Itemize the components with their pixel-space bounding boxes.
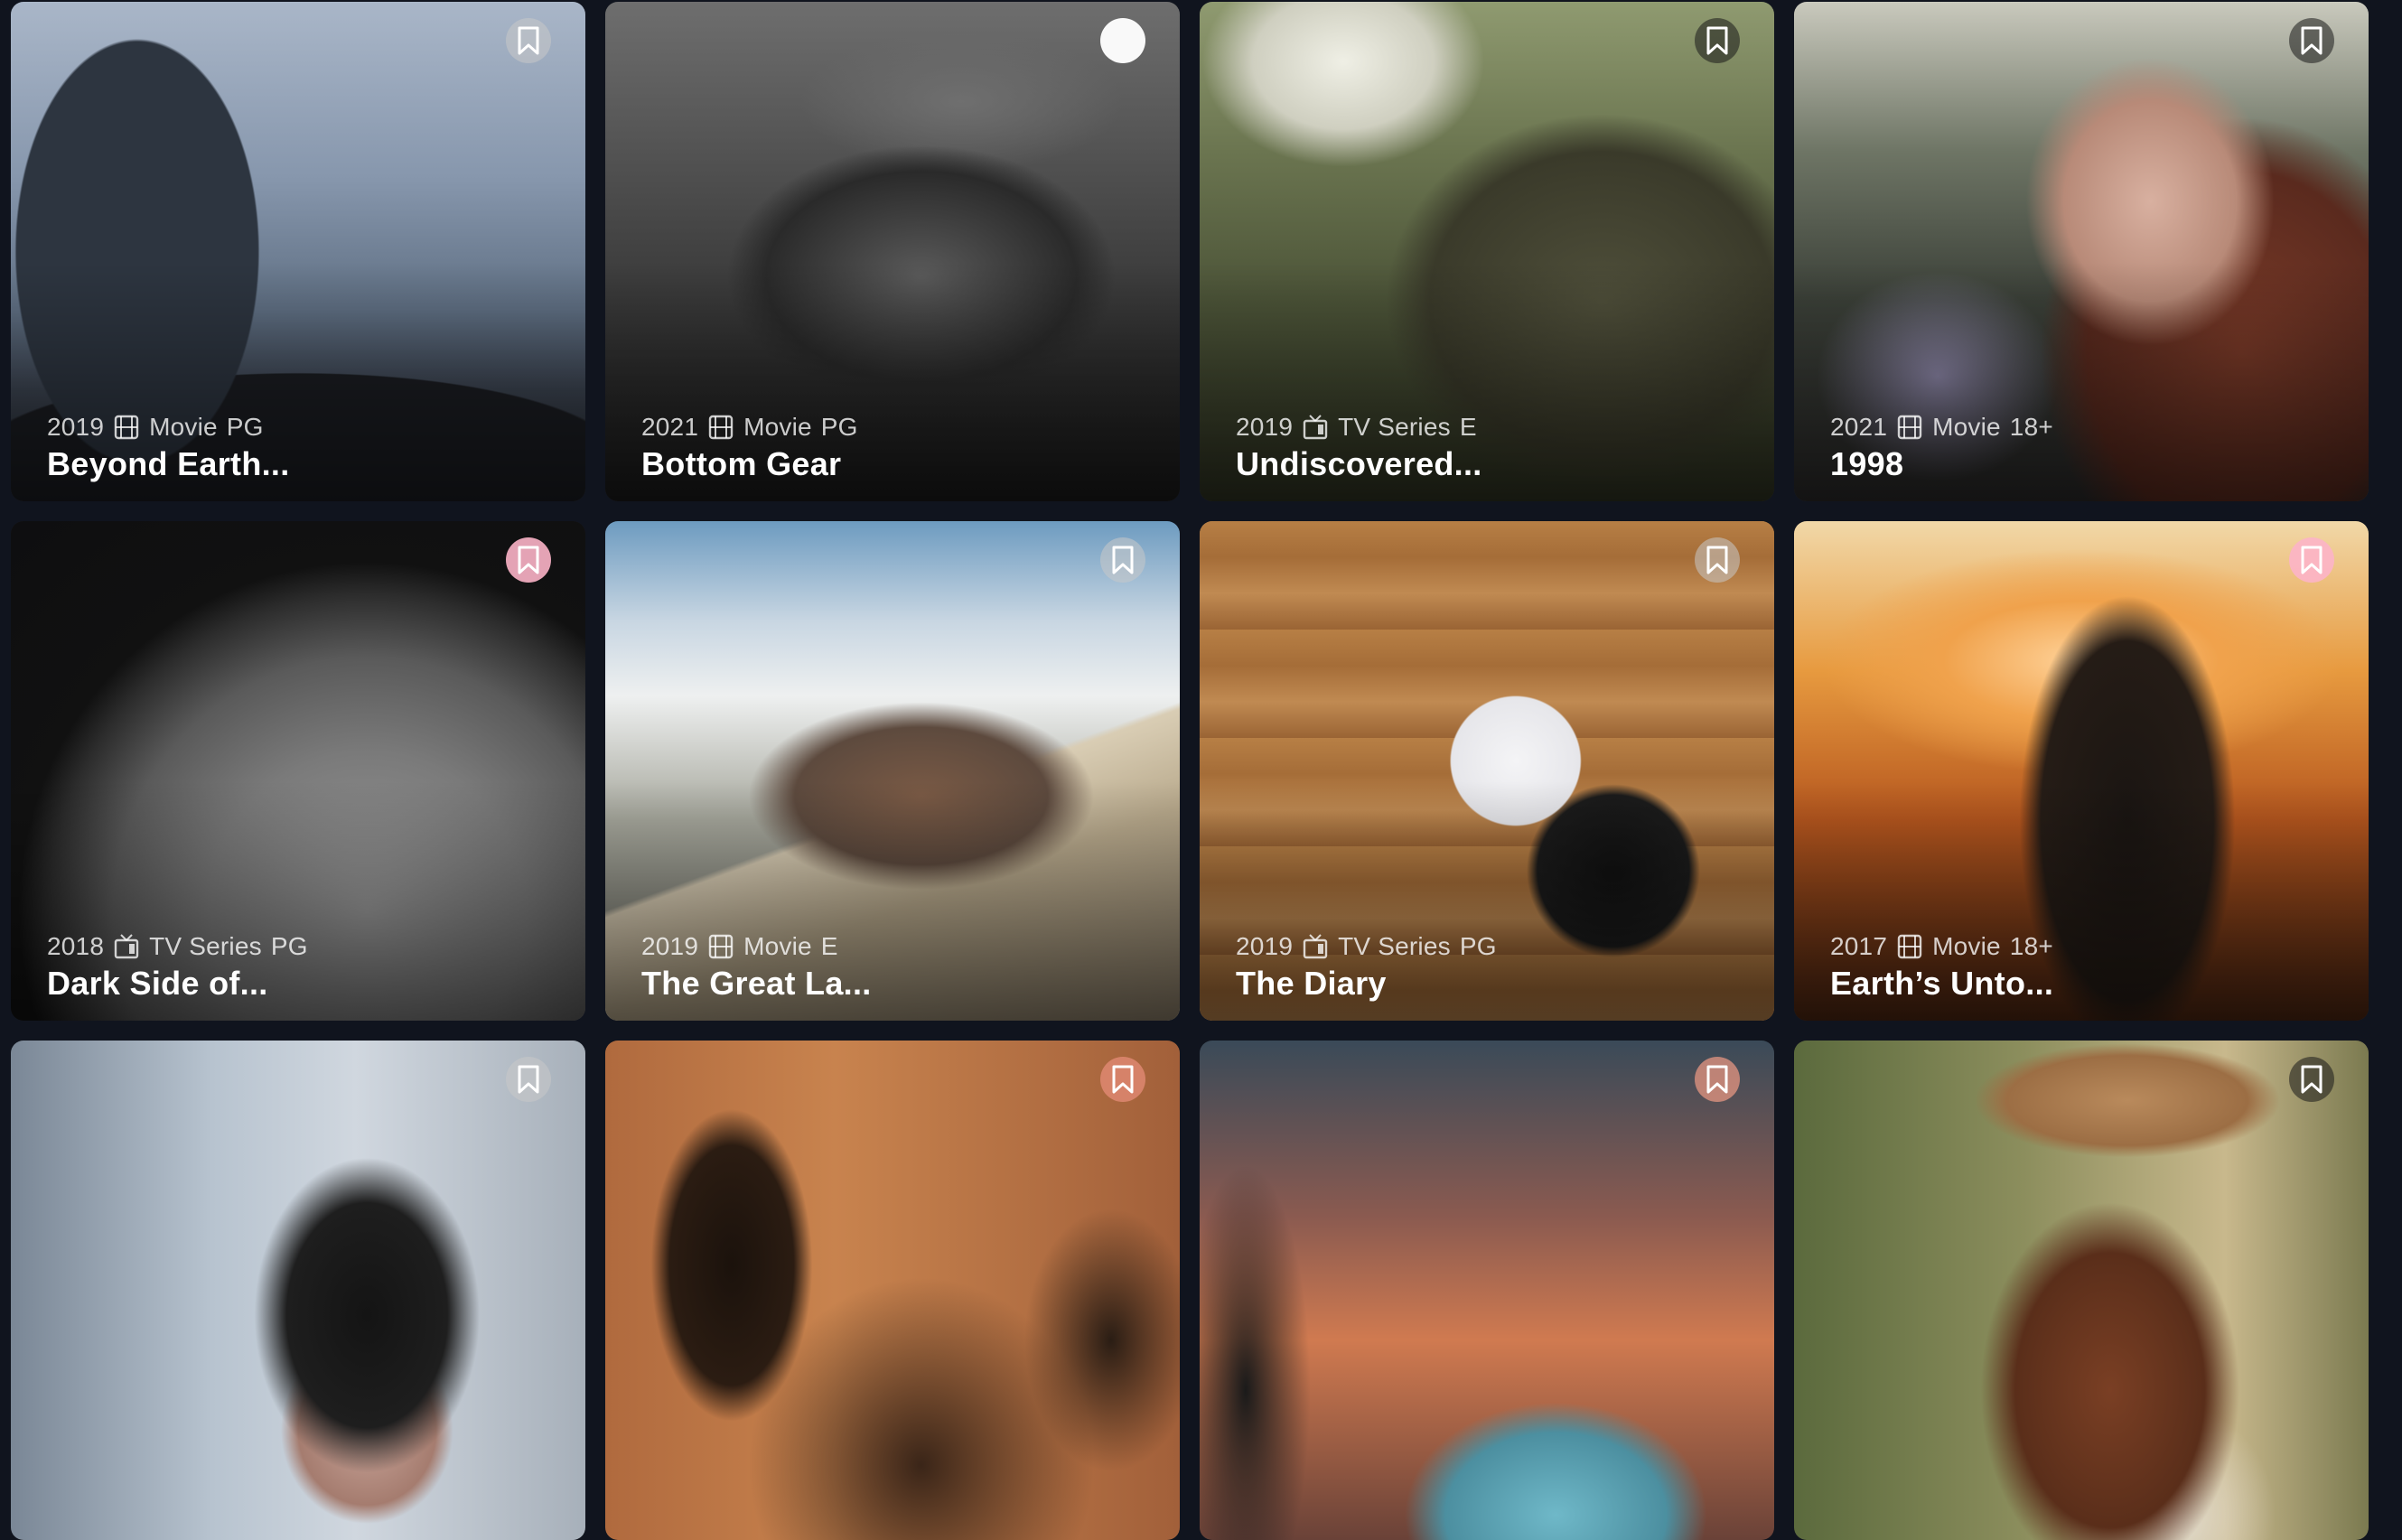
bookmark-button[interactable]	[2289, 1057, 2334, 1102]
card-year: 2021	[641, 413, 699, 441]
card-meta: 2021 Movie 18+	[1830, 413, 2053, 442]
bookmark-button[interactable]	[1695, 18, 1740, 63]
bookmark-icon	[518, 546, 539, 574]
bookmark-icon	[1706, 546, 1728, 574]
bookmark-button[interactable]	[1100, 1057, 1145, 1102]
bookmark-button[interactable]	[2289, 537, 2334, 583]
card-rating: PG	[1459, 932, 1497, 960]
bookmark-button[interactable]	[1695, 1057, 1740, 1102]
card-title: Earth’s Unto...	[1830, 965, 2054, 1002]
media-card[interactable]	[1794, 1041, 2369, 1540]
bookmark-icon	[1112, 1065, 1134, 1094]
media-card[interactable]: 2019 TV Series PG The Diary	[1200, 521, 1774, 1021]
card-year: 2018	[47, 932, 105, 960]
card-meta: 2019 Movie PG	[47, 413, 264, 442]
card-meta: 2017 Movie 18+	[1830, 932, 2053, 961]
thumbnail-image	[1200, 1041, 1774, 1540]
media-card[interactable]: 2017 Movie 18+ Earth’s Unto...	[1794, 521, 2369, 1021]
card-year: 2017	[1830, 932, 1888, 960]
card-category: Movie	[1932, 932, 2001, 960]
card-category: Movie	[743, 932, 812, 960]
bookmark-button[interactable]	[506, 537, 551, 583]
media-card[interactable]: 2019 TV Series E Undiscovered...	[1200, 2, 1774, 501]
card-title: The Diary	[1236, 965, 1387, 1002]
bookmark-icon	[1112, 546, 1134, 574]
bookmark-icon	[1706, 1065, 1728, 1094]
card-meta: 2019 TV Series PG	[1236, 932, 1497, 961]
tv-icon	[1302, 415, 1329, 440]
card-meta: 2019 Movie E	[641, 932, 838, 961]
bookmark-icon	[1706, 26, 1728, 55]
media-card[interactable]	[11, 1041, 585, 1540]
media-card[interactable]	[605, 1041, 1180, 1540]
media-card[interactable]: 2018 TV Series PG Dark Side of...	[11, 521, 585, 1021]
thumbnail-image	[11, 1041, 585, 1540]
bookmark-button[interactable]	[1100, 537, 1145, 583]
card-rating: PG	[820, 413, 858, 441]
tv-icon	[1302, 934, 1329, 959]
card-category: TV Series	[1338, 932, 1451, 960]
bookmark-icon	[2301, 546, 2323, 574]
bookmark-icon	[518, 26, 539, 55]
film-icon	[1896, 415, 1923, 440]
card-rating: E	[1459, 413, 1477, 441]
card-title: Undiscovered...	[1236, 445, 1482, 482]
card-rating: 18+	[2009, 413, 2053, 441]
bookmark-button[interactable]	[2289, 18, 2334, 63]
bookmark-icon	[518, 1065, 539, 1094]
card-year: 2019	[1236, 413, 1294, 441]
thumbnail-image	[605, 1041, 1180, 1540]
card-rating: E	[820, 932, 838, 960]
bookmark-button[interactable]	[1695, 537, 1740, 583]
card-meta: 2018 TV Series PG	[47, 932, 308, 961]
card-category: Movie	[149, 413, 218, 441]
media-grid: 2019 Movie PG Beyond Earth... 2021 Movie…	[11, 2, 2369, 1540]
card-title: 1998	[1830, 445, 1904, 482]
media-card[interactable]: 2019 Movie E The Great La...	[605, 521, 1180, 1021]
thumbnail-image	[1794, 1041, 2369, 1540]
card-title: The Great La...	[641, 965, 872, 1002]
bookmark-button[interactable]	[1100, 18, 1145, 63]
bookmark-icon	[2301, 26, 2323, 55]
bookmark-button[interactable]	[506, 1057, 551, 1102]
bookmark-button[interactable]	[506, 18, 551, 63]
card-title: Bottom Gear	[641, 445, 842, 482]
media-card[interactable]: 2019 Movie PG Beyond Earth...	[11, 2, 585, 501]
card-year: 2019	[1236, 932, 1294, 960]
card-title: Dark Side of...	[47, 965, 268, 1002]
film-icon	[1896, 934, 1923, 959]
bookmark-icon	[2301, 1065, 2323, 1094]
media-card[interactable]: 2021 Movie 18+ 1998	[1794, 2, 2369, 501]
card-rating: PG	[270, 932, 308, 960]
card-meta: 2021 Movie PG	[641, 413, 858, 442]
card-meta: 2019 TV Series E	[1236, 413, 1477, 442]
card-category: Movie	[1932, 413, 2001, 441]
card-title: Beyond Earth...	[47, 445, 290, 482]
card-year: 2021	[1830, 413, 1888, 441]
media-card[interactable]	[1200, 1041, 1774, 1540]
film-icon	[707, 934, 734, 959]
tv-icon	[113, 934, 140, 959]
card-category: TV Series	[149, 932, 262, 960]
card-rating: PG	[226, 413, 264, 441]
media-card[interactable]: 2021 Movie PG Bottom Gear	[605, 2, 1180, 501]
card-rating: 18+	[2009, 932, 2053, 960]
film-icon	[113, 415, 140, 440]
card-category: Movie	[743, 413, 812, 441]
film-icon	[707, 415, 734, 440]
card-year: 2019	[641, 932, 699, 960]
card-year: 2019	[47, 413, 105, 441]
card-category: TV Series	[1338, 413, 1451, 441]
